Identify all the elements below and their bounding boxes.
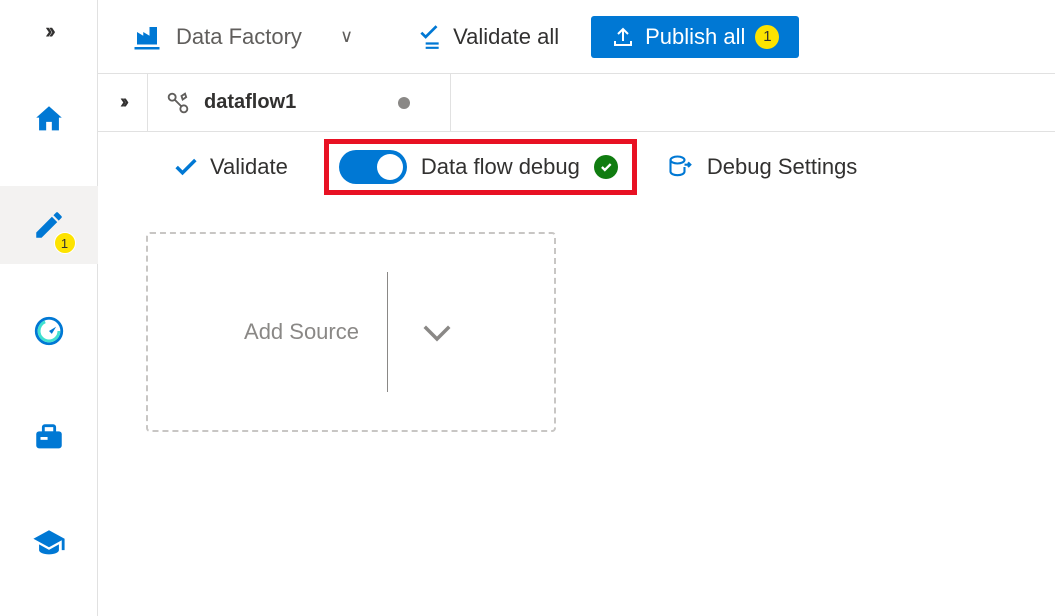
factory-icon	[132, 22, 162, 52]
tab-bar: ›› dataflow1	[98, 74, 1055, 132]
nav-author[interactable]: 1	[0, 186, 98, 264]
debug-toggle-label: Data flow debug	[421, 154, 580, 180]
debug-toggle-highlight: Data flow debug	[324, 139, 637, 195]
publish-all-button[interactable]: Publish all 1	[591, 16, 799, 58]
toolbox-icon	[32, 420, 66, 454]
validate-label: Validate	[210, 154, 288, 180]
graduation-cap-icon	[32, 526, 66, 560]
top-toolbar: Data Factory ∨ Validate all Publish all …	[98, 0, 1055, 74]
unsaved-indicator-icon	[398, 97, 410, 109]
divider	[387, 272, 388, 392]
validate-all-button[interactable]: Validate all	[417, 24, 559, 50]
chevron-down-icon: ∨	[340, 26, 353, 47]
chevron-down-icon[interactable]	[416, 311, 458, 353]
tab-dataflow1[interactable]: dataflow1	[148, 74, 451, 131]
home-icon	[32, 102, 66, 136]
factory-label: Data Factory	[176, 24, 302, 50]
factory-selector[interactable]: Data Factory ∨	[132, 22, 353, 52]
tab-label: dataflow1	[204, 91, 296, 114]
dataflow-icon	[164, 89, 192, 117]
checkmark-icon	[172, 153, 200, 181]
collapse-tabs-icon[interactable]: ››	[98, 74, 148, 131]
validate-button[interactable]: Validate	[172, 153, 288, 181]
dataflow-debug-toggle[interactable]	[339, 150, 407, 184]
dataflow-canvas: Add Source	[98, 202, 1055, 616]
gauge-icon	[32, 314, 66, 348]
debug-settings-button[interactable]: Debug Settings	[667, 153, 857, 181]
validate-all-label: Validate all	[453, 24, 559, 50]
left-nav-rail: ›› 1	[0, 0, 98, 616]
nav-monitor[interactable]	[0, 292, 98, 370]
publish-label: Publish all	[645, 24, 745, 50]
author-changes-badge: 1	[54, 232, 76, 254]
nav-home[interactable]	[0, 80, 98, 158]
add-source-button[interactable]: Add Source	[146, 232, 556, 432]
nav-manage[interactable]	[0, 398, 98, 476]
upload-icon	[611, 25, 635, 49]
dataflow-action-bar: Validate Data flow debug Debug Settings	[98, 132, 1055, 202]
checkmark-list-icon	[417, 24, 443, 50]
add-source-label: Add Source	[244, 319, 359, 345]
debug-active-icon	[594, 155, 618, 179]
toggle-knob	[377, 154, 403, 180]
expand-rail-icon[interactable]: ››	[45, 18, 52, 44]
database-arrow-icon	[667, 153, 695, 181]
debug-settings-label: Debug Settings	[707, 154, 857, 180]
publish-count-badge: 1	[755, 25, 779, 49]
nav-learn[interactable]	[0, 504, 98, 582]
